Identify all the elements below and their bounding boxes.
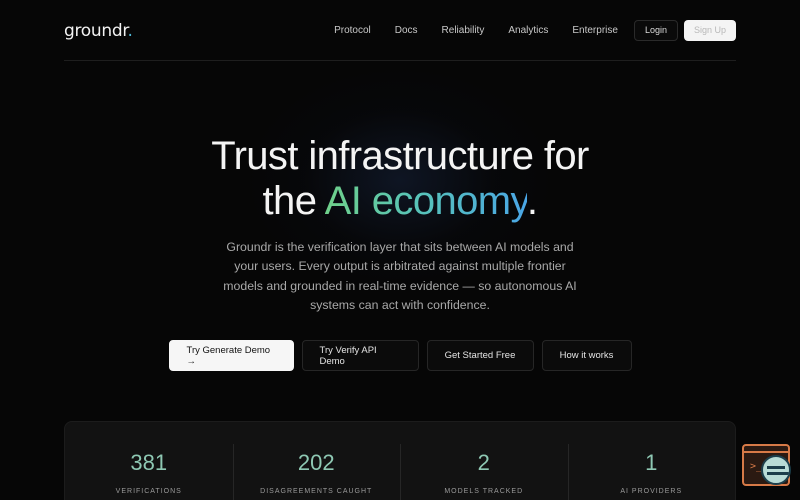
stat-label: DISAGREEMENTS CAUGHT <box>260 488 373 495</box>
stat-value: 202 <box>297 450 335 475</box>
stat-value: 381 <box>130 450 168 475</box>
nav-link-analytics[interactable]: Analytics <box>508 25 548 36</box>
how-it-works-button[interactable]: How it works <box>541 340 632 371</box>
stats-panel: 381 VERIFICATIONS 202 DISAGREEMENTS CAUG… <box>64 421 736 500</box>
terminal-titlebar <box>744 451 788 453</box>
stat-label: VERIFICATIONS <box>115 488 182 495</box>
nav-link-reliability[interactable]: Reliability <box>442 25 485 36</box>
stat-label: MODELS TRACKED <box>444 488 524 495</box>
chat-avatar-icon[interactable] <box>761 455 791 485</box>
stat-models-tracked: 2 MODELS TRACKED <box>400 422 568 500</box>
nav-link-enterprise[interactable]: Enterprise <box>572 25 618 36</box>
hero-title: Trust infrastructure for the AI economy. <box>0 134 800 224</box>
avatar-line <box>767 466 785 469</box>
try-verify-api-demo-button[interactable]: Try Verify API Demo <box>301 340 419 371</box>
signup-button[interactable]: Sign Up <box>683 19 736 41</box>
cta-group: Try Generate Demo → Try Verify API Demo … <box>0 340 800 371</box>
stat-disagreements: 202 DISAGREEMENTS CAUGHT <box>232 422 401 500</box>
top-nav: groundr. Protocol Docs Reliability Analy… <box>64 0 736 61</box>
nav-menu: Protocol Docs Reliability Analytics Ente… <box>334 19 736 41</box>
hero-title-line1: Trust infrastructure for <box>211 134 589 178</box>
stat-value: 2 <box>477 450 490 475</box>
login-button[interactable]: Login <box>633 19 678 41</box>
hero-title-highlight: AI economy <box>324 179 528 223</box>
hero-title-line2-post: . <box>526 179 538 223</box>
stat-value: 1 <box>645 450 658 475</box>
avatar-line <box>767 472 789 475</box>
stat-ai-providers: 1 AI PROVIDERS <box>567 422 736 500</box>
stat-label: AI PROVIDERS <box>620 488 683 495</box>
nav-link-docs[interactable]: Docs <box>395 25 418 36</box>
hero-subtitle: Groundr is the verification layer that s… <box>223 240 577 312</box>
nav-link-protocol[interactable]: Protocol <box>334 25 371 36</box>
hero-title-line2-pre: the <box>262 179 325 223</box>
stat-verifications: 381 VERIFICATIONS <box>65 422 233 500</box>
brand-logo[interactable]: groundr. <box>64 21 133 41</box>
try-generate-demo-button[interactable]: Try Generate Demo → <box>168 340 294 371</box>
get-started-free-button[interactable]: Get Started Free <box>426 340 534 371</box>
